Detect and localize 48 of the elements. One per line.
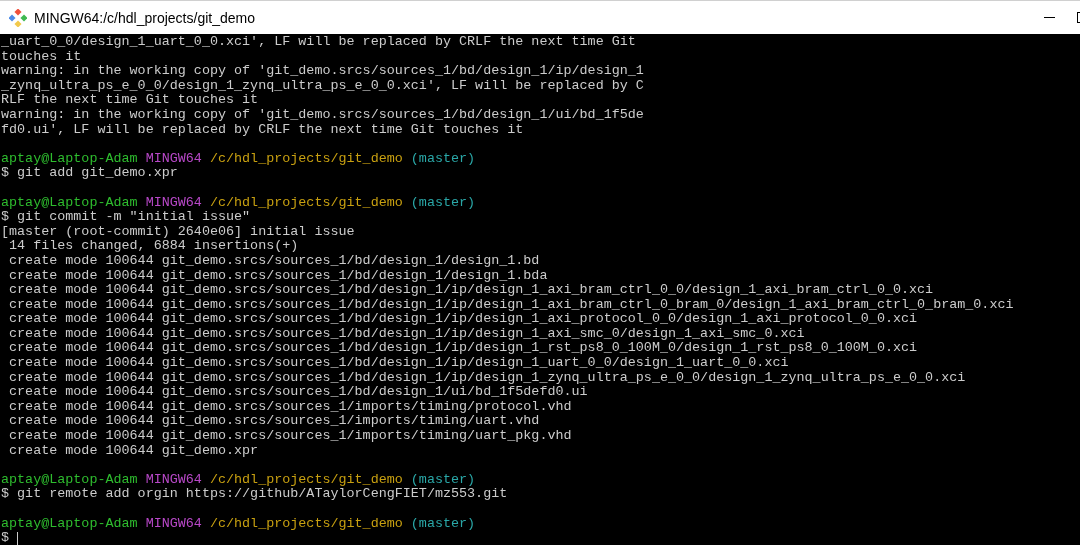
terminal-line: create mode 100644 git_demo.srcs/sources_1/bd/design_1/ip/design_1_axi_bram_ctrl_0_bram_0/design_1_axi_bram_ctrl_0_bram_0.xci xyxy=(8,297,1014,313)
terminal-line: fd0.ui', LF will be replaced by CRLF the next time Git touches it xyxy=(1,122,524,138)
minimize-icon[interactable] xyxy=(1044,16,1055,19)
terminal-line: create mode 100644 git_demo.srcs/sources_1/bd/design_1/ip/design_1_axi_smc_0/design_1_axi_smc_0.xci xyxy=(8,326,805,342)
app-logo-icon xyxy=(9,8,27,27)
prompt-branch: (master) xyxy=(410,195,476,211)
prompt-user: aptay@Laptop-Adam xyxy=(1,195,138,211)
terminal-line: create mode 100644 git_demo.srcs/sources_1/bd/design_1/ip/design_1_zynq_ultra_ps_e_0_0/design_1_zynq_ultra_ps_e_0_0.xci xyxy=(8,370,966,386)
terminal-line: create mode 100644 git_demo.srcs/sources_1/bd/design_1/design_1.bd xyxy=(8,253,540,269)
text-cursor-icon xyxy=(17,532,19,545)
terminal-line: create mode 100644 git_demo.srcs/sources_1/bd/design_1/ip/design_1_axi_protocol_0_0/design_1_axi_protocol_0_0.xci xyxy=(8,312,918,327)
prompt-user: aptay@Laptop-Adam xyxy=(1,516,138,532)
terminal-line: create mode 100644 git_demo.srcs/sources_1/bd/design_1/ip/design_1_rst_ps8_0_100M_0/design_1_rst_ps8_0_100M_0.xci xyxy=(8,341,918,357)
terminal-line: warning: in the working copy of 'git_demo.srcs/sources_1/bd/design_1/ip/design_1 xyxy=(1,64,644,79)
terminal-line: create mode 100644 git_demo.srcs/sources_1/bd/design_1/ui/bd_1f5defd0.ui xyxy=(8,385,588,400)
prompt-host: MINGW64 xyxy=(145,516,202,532)
prompt-branch: (master) xyxy=(410,151,476,167)
prompt-host: MINGW64 xyxy=(145,472,202,488)
terminal-line: create mode 100644 git_demo.xpr xyxy=(8,443,259,459)
prompt-user: aptay@Laptop-Adam xyxy=(1,151,138,167)
prompt-symbol: $ xyxy=(1,531,10,545)
terminal-line: _zynq_ultra_ps_e_0_0/design_1_zynq_ultra_ps_e_0_0.xci', LF will be replaced by C xyxy=(1,78,644,94)
terminal-line: $ git commit -m "initial issue" xyxy=(1,210,251,225)
terminal-line: create mode 100644 git_demo.srcs/sources_1/imports/timing/uart.vhd xyxy=(8,414,540,430)
maximize-icon[interactable] xyxy=(1077,12,1080,23)
prompt-host: MINGW64 xyxy=(145,195,202,211)
prompt-user: aptay@Laptop-Adam xyxy=(1,472,138,488)
prompt-path: /c/hdl_projects/git_demo xyxy=(209,516,403,532)
terminal-line: warning: in the working copy of 'git_demo.srcs/sources_1/bd/design_1/ui/bd_1f5de xyxy=(1,107,644,123)
terminal-line: $ git remote add orgin https://github/ATaylorCengFIET/mz553.git xyxy=(1,487,508,502)
prompt-branch: (master) xyxy=(410,472,476,488)
prompt-path: /c/hdl_projects/git_demo xyxy=(209,195,403,211)
prompt-path: /c/hdl_projects/git_demo xyxy=(209,472,403,488)
terminal-line: 14 files changed, 6884 insertions(+) xyxy=(8,239,299,254)
terminal-line: create mode 100644 git_demo.srcs/sources_1/imports/timing/uart_pkg.vhd xyxy=(8,429,572,444)
prompt-branch: (master) xyxy=(410,516,476,532)
terminal-line: _uart_0_0/design_1_uart_0_0.xci', LF will be replaced by CRLF the next time Git xyxy=(1,35,636,50)
window-title: MINGW64:/c/hdl_projects/git_demo xyxy=(34,9,255,26)
terminal-line: create mode 100644 git_demo.srcs/sources_1/bd/design_1/ip/design_1_uart_0_0/design_1_uart_0_0.xci xyxy=(8,356,789,371)
terminal-line: create mode 100644 git_demo.srcs/sources_1/bd/design_1/design_1.bda xyxy=(8,268,548,284)
prompt-path: /c/hdl_projects/git_demo xyxy=(209,151,403,167)
terminal-line: $ git add git_demo.xpr xyxy=(1,166,178,181)
terminal-line: [master (root-commit) 2640e06] initial issue xyxy=(1,224,355,240)
terminal-line: create mode 100644 git_demo.srcs/sources_1/imports/timing/protocol.vhd xyxy=(8,399,572,415)
prompt-host: MINGW64 xyxy=(145,151,202,167)
terminal-line: create mode 100644 git_demo.srcs/sources_1/bd/design_1/ip/design_1_axi_bram_ctrl_0_0/design_1_axi_bram_ctrl_0_0.xci xyxy=(8,283,934,298)
terminal-line: touches it xyxy=(1,49,82,65)
terminal-line: RLF the next time Git touches it xyxy=(1,93,259,108)
